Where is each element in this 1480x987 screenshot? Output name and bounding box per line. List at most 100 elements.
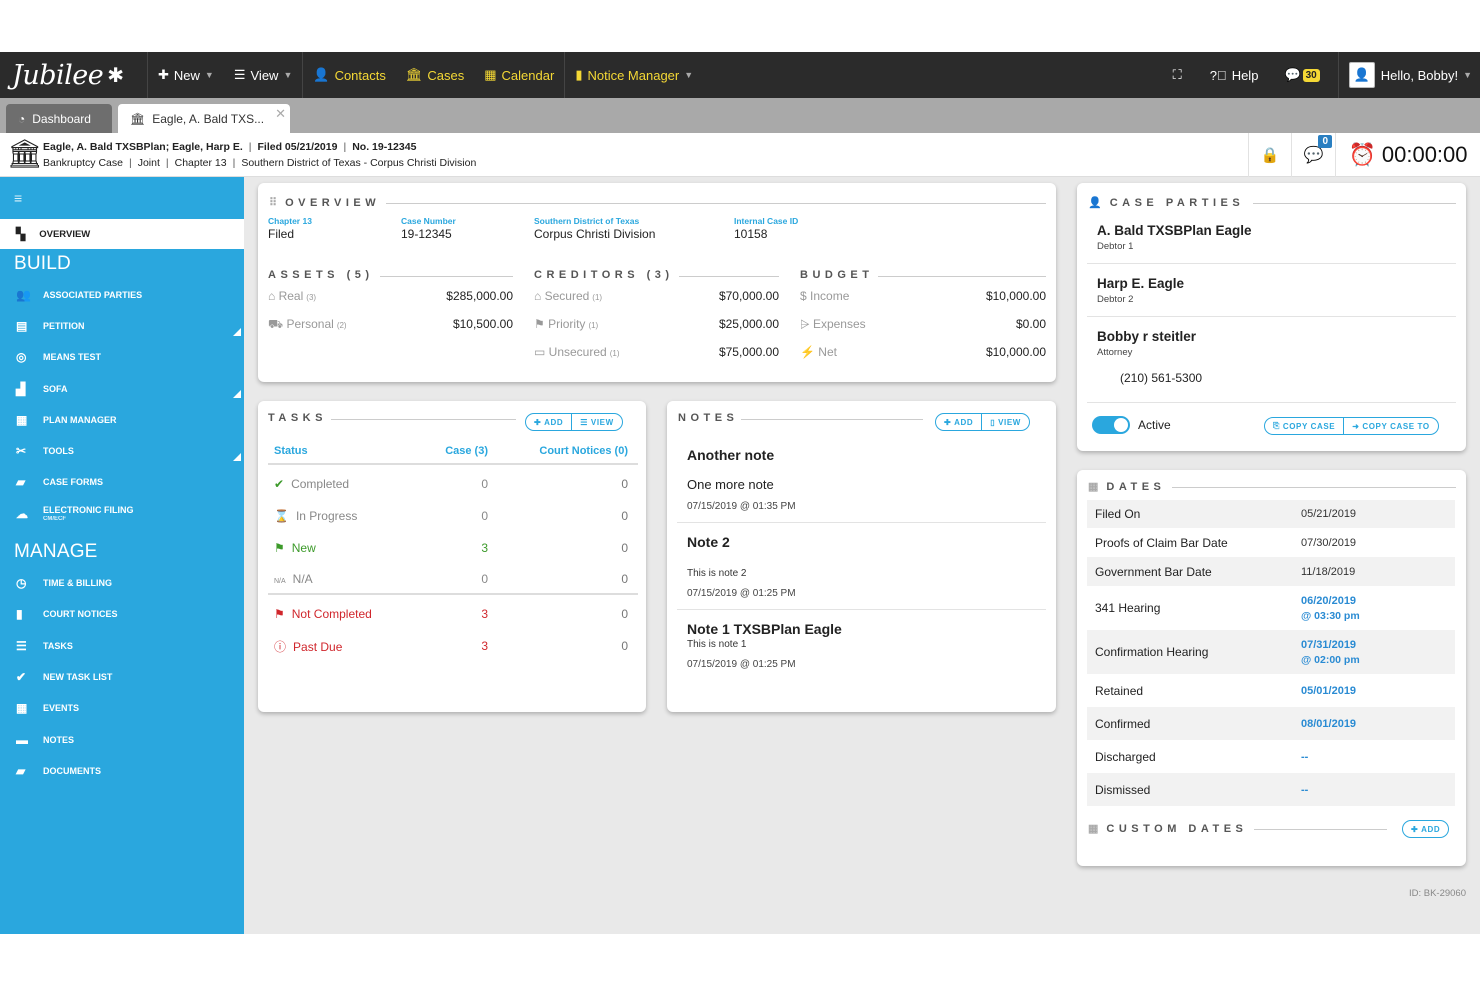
sidebar-item-means-test[interactable]: ◎ Means Test [0,342,244,373]
case-chat-button[interactable]: 💬 0 [1291,133,1335,177]
divider [1087,402,1456,403]
case-number-value: 19-12345 [401,227,452,241]
sidebar-item-time-billing[interactable]: ◷ Time & Billing [0,567,244,598]
task-row-new[interactable]: ⚑ New 3 0 [268,533,638,563]
task-list-icon: ☰ [16,638,27,653]
date-label: Government Bar Date [1095,564,1212,579]
divider [1172,487,1456,488]
chat-count-badge: 30 [1302,68,1320,82]
tools-icon: ✂ [16,444,27,459]
task-court-count: 0 [621,477,628,491]
task-row-na[interactable]: N/A N/A 0 0 [268,565,638,595]
tab-case[interactable]: 🏛 Eagle, A. Bald TXS... ✕ [118,104,290,133]
notes-view-button[interactable]: ▯ VIEW [981,414,1029,430]
custom-dates-add-button[interactable]: ✚ ADD [1403,821,1448,837]
creditors-heading: CREDITORS (3) [534,269,674,281]
task-case-count: 0 [481,509,488,523]
sidebar-item-tasks[interactable]: ☰ Tasks [0,630,244,661]
notes-add-button[interactable]: ✚ ADD [936,414,981,430]
contacts-icon: 👤 [313,67,330,82]
dollar-icon: $ [800,289,811,303]
task-row-completed[interactable]: ✔ Completed 0 0 [268,469,638,499]
view-menu[interactable]: ☰ View ▼ [224,52,303,98]
date-link[interactable]: 05/01/2019 [1301,685,1356,697]
car-icon: ⛟ [268,317,287,331]
task-status-label: New [291,541,316,555]
date-link[interactable]: 07/31/2019 @ 02:00 pm [1301,639,1360,666]
cases-link[interactable]: 🏛 Cases [396,52,474,98]
sidebar-item-label: Tasks [43,640,73,651]
menu-toggle-button[interactable]: ≡ [0,177,244,219]
user-menu[interactable]: 👤 Hello, Bobby! ▼ [1337,52,1480,98]
note-title[interactable]: Note 2 [687,534,730,550]
sidebar-item-label: Petition [43,320,85,331]
sidebar-item-new-task-list[interactable]: ✔ New Task List [0,661,244,692]
date-time: @ 02:00 pm [1301,653,1360,666]
calendar-link[interactable]: ▦ Calendar [474,52,564,98]
notice-icon: ▮ [575,67,583,82]
divider [1253,203,1456,204]
note-title[interactable]: Another note [687,447,774,463]
party-phone[interactable]: (210) 561-5300 [1120,371,1202,385]
date-label: Proofs of Claim Bar Date [1095,535,1228,550]
expand-indicator-icon [233,452,241,461]
sidebar-item-label: OVERVIEW [39,228,91,240]
tasks-view-button[interactable]: ☰ VIEW [571,414,621,430]
budget-income-text: Income [810,289,850,303]
sidebar-item-associated-parties[interactable]: 👥 Associated Parties [0,279,244,310]
task-court-count: 0 [621,607,628,621]
case-timer[interactable]: ⏰ 00:00:00 [1335,133,1480,177]
notice-manager-menu[interactable]: ▮ Notice Manager ▼ [564,52,703,98]
overview-card: ⠿ OVERVIEW Chapter 13 Filed Case Number 1… [258,183,1056,382]
case-district-text: Southern District of Texas - Corpus Chri… [241,157,477,169]
note-title[interactable]: Note 1 TXSBPlan Eagle [687,621,842,637]
sidebar-item-overview[interactable]: ▚ OVERVIEW [0,219,244,249]
calendar-icon: ▦ [1088,481,1099,493]
copy-case-button[interactable]: ⎘ COPY CASE [1265,418,1343,434]
date-row-filed-on: Filed On 05/21/2019 [1087,500,1455,528]
tasks-add-button[interactable]: ✚ ADD [526,414,571,430]
party-name[interactable]: Bobby r steitler [1097,329,1196,344]
asset-real-text: Real [278,289,304,303]
expand-indicator-icon [233,327,241,336]
date-link[interactable]: -- [1301,751,1308,763]
party-name[interactable]: Harp E. Eagle [1097,276,1184,291]
star-icon: ✱ [107,63,124,87]
sidebar-item-petition[interactable]: ▤ Petition [0,310,244,341]
notes-add-label: ADD [954,417,974,427]
date-value: 06/20/2019 [1301,594,1357,607]
task-row-not-completed[interactable]: ⚑ Not Completed 3 0 [268,599,638,629]
sidebar-item-court-notices[interactable]: ▮ Court Notices [0,599,244,630]
sidebar-item-electronic-filing[interactable]: ☁ Electronic Filing CM/ECF [0,498,244,529]
sidebar-item-notes[interactable]: ▬ Notes [0,724,244,755]
chat-button[interactable]: 💬 30 [1274,52,1337,98]
task-row-past-due[interactable]: ⓘ Past Due 3 0 [268,631,638,661]
date-link[interactable]: 06/20/2019 @ 03:30 pm [1301,595,1360,622]
copy-case-to-button[interactable]: ➜ COPY CASE TO [1343,418,1438,434]
creditor-unsecured-text: Unsecured [548,345,607,359]
date-link[interactable]: 08/01/2019 [1301,718,1356,730]
clock-icon: ◷ [16,576,27,591]
sidebar-item-tools[interactable]: ✂ Tools [0,435,244,466]
grid-icon: ⠿ [269,197,278,209]
contacts-link[interactable]: 👤 Contacts [302,52,396,98]
help-link[interactable]: ?⃝ Help [1200,52,1275,98]
sidebar-item-case-forms[interactable]: ▰ Case Forms [0,467,244,498]
sidebar-item-plan-manager[interactable]: ▦ Plan Manager [0,404,244,435]
party-name[interactable]: A. Bald TXSBPlan Eagle [1097,223,1252,238]
task-row-in-progress[interactable]: ⌛ In Progress 0 0 [268,501,638,531]
date-link[interactable]: -- [1301,784,1308,796]
close-icon[interactable]: ✕ [275,106,286,122]
task-case-count: 3 [481,639,488,653]
date-row-dismissed: Dismissed -- [1087,773,1455,806]
lock-button[interactable]: 🔒 [1248,133,1291,177]
date-row-341-hearing: 341 Hearing 06/20/2019 @ 03:30 pm [1087,586,1455,630]
jubilee-logo[interactable]: Jubilee ✱ [0,52,148,98]
new-menu[interactable]: ✚ New ▼ [148,52,224,98]
active-toggle[interactable] [1092,416,1130,434]
sidebar-item-documents[interactable]: ▰ Documents [0,755,244,786]
sidebar-item-sofa[interactable]: ▟ SOFA [0,373,244,404]
fullscreen-button[interactable]: ⛶ [1163,52,1200,98]
sidebar-item-events[interactable]: ▦ Events [0,693,244,724]
tab-dashboard[interactable]: ◔ Dashboard [6,104,112,133]
